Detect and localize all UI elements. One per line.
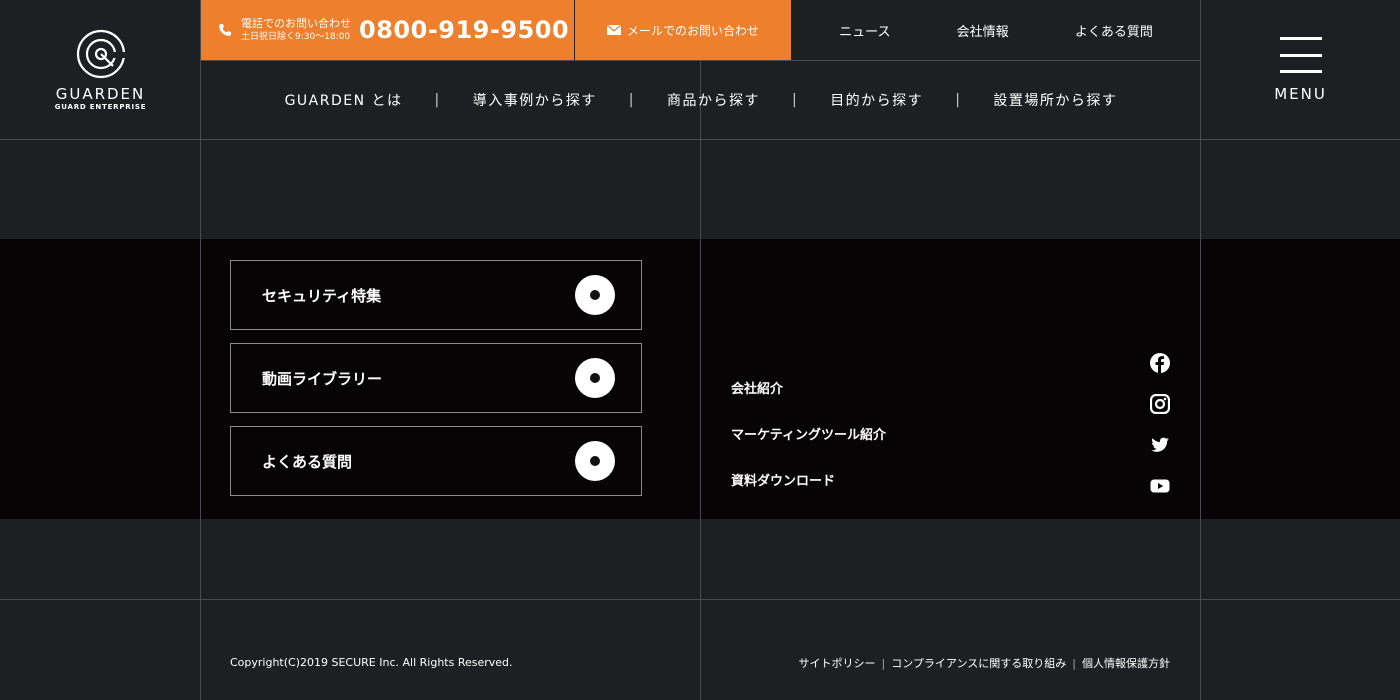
sub-link-download[interactable]: 資料ダウンロード xyxy=(731,472,886,518)
footer-separator: | xyxy=(881,656,886,670)
social-links xyxy=(1150,353,1170,517)
circle-arrow-icon xyxy=(575,275,615,315)
feature-label: 動画ライブラリー xyxy=(262,369,383,388)
nav-item-purpose[interactable]: 目的から探す xyxy=(830,90,923,110)
phone-hours: 土日祝日除く9:30〜18:00 xyxy=(241,32,351,42)
footer-link-compliance[interactable]: コンプライアンスに関する取り組み xyxy=(891,655,1066,671)
top-link-faq[interactable]: よくある質問 xyxy=(1075,21,1153,40)
phone-contact[interactable]: 電話でのお問い合わせ 土日祝日除く9:30〜18:00 0800-919-950… xyxy=(201,0,574,60)
feature-label: よくある質問 xyxy=(262,452,353,471)
menu-button[interactable]: MENU xyxy=(1201,0,1400,140)
main-nav: GUARDEN とは | 導入事例から探す | 商品から探す | 目的から探す … xyxy=(201,60,1201,140)
grid-divider xyxy=(0,599,1400,600)
phone-icon xyxy=(219,24,231,36)
feature-label: セキュリティ特集 xyxy=(262,286,382,305)
footer-links: サイトポリシー | コンプライアンスに関する取り組み | 個人情報保護方針 xyxy=(799,655,1170,671)
logo-tagline: GUARD ENTERPRISE xyxy=(54,103,147,111)
nav-separator: | xyxy=(628,92,635,108)
nav-item-cases[interactable]: 導入事例から探す xyxy=(473,90,597,110)
sub-links: 会社紹介 マーケティングツール紹介 資料ダウンロード xyxy=(731,380,886,518)
nav-separator: | xyxy=(791,92,799,108)
nav-item-location[interactable]: 設置場所から探す xyxy=(993,90,1117,110)
hamburger-icon xyxy=(1279,37,1322,73)
mail-contact-label: メールでのお問い合わせ xyxy=(626,23,759,38)
sub-link-marketing-tools[interactable]: マーケティングツール紹介 xyxy=(731,426,886,472)
menu-label: MENU xyxy=(1274,85,1327,103)
footer-link-privacy[interactable]: 個人情報保護方針 xyxy=(1082,655,1170,671)
phone-label: 電話でのお問い合わせ xyxy=(241,17,351,30)
nav-separator: | xyxy=(955,92,962,108)
mail-contact-button[interactable]: メールでのお問い合わせ xyxy=(575,0,791,60)
circle-arrow-icon xyxy=(575,441,615,481)
sub-link-company-intro[interactable]: 会社紹介 xyxy=(731,380,886,426)
facebook-icon[interactable] xyxy=(1150,353,1170,373)
nav-item-about[interactable]: GUARDEN とは xyxy=(285,90,403,110)
footer-link-site-policy[interactable]: サイトポリシー xyxy=(799,655,876,671)
top-links: ニュース 会社情報 よくある質問 xyxy=(791,0,1201,60)
logo-wordmark: GUARDEN xyxy=(55,85,146,103)
top-link-company[interactable]: 会社情報 xyxy=(957,21,1009,40)
nav-separator: | xyxy=(434,92,441,108)
circle-arrow-icon xyxy=(575,358,615,398)
site-logo[interactable]: GUARDEN GUARD ENTERPRISE xyxy=(0,0,201,140)
footer-separator: | xyxy=(1072,656,1076,670)
feature-faq-button[interactable]: よくある質問 xyxy=(230,426,642,496)
feature-video-library-button[interactable]: 動画ライブラリー xyxy=(230,343,642,413)
twitter-icon[interactable] xyxy=(1150,435,1170,455)
instagram-icon[interactable] xyxy=(1150,394,1170,414)
feature-security-button[interactable]: セキュリティ特集 xyxy=(230,260,642,330)
nav-item-products[interactable]: 商品から探す xyxy=(667,90,760,110)
phone-number[interactable]: 0800-919-9500 xyxy=(359,16,569,44)
top-link-news[interactable]: ニュース xyxy=(839,21,890,40)
logo-mark-icon xyxy=(76,29,125,79)
youtube-icon[interactable] xyxy=(1150,476,1170,496)
mail-icon xyxy=(606,25,621,35)
copyright: Copyright(C)2019 SECURE Inc. All Rights … xyxy=(230,656,513,669)
